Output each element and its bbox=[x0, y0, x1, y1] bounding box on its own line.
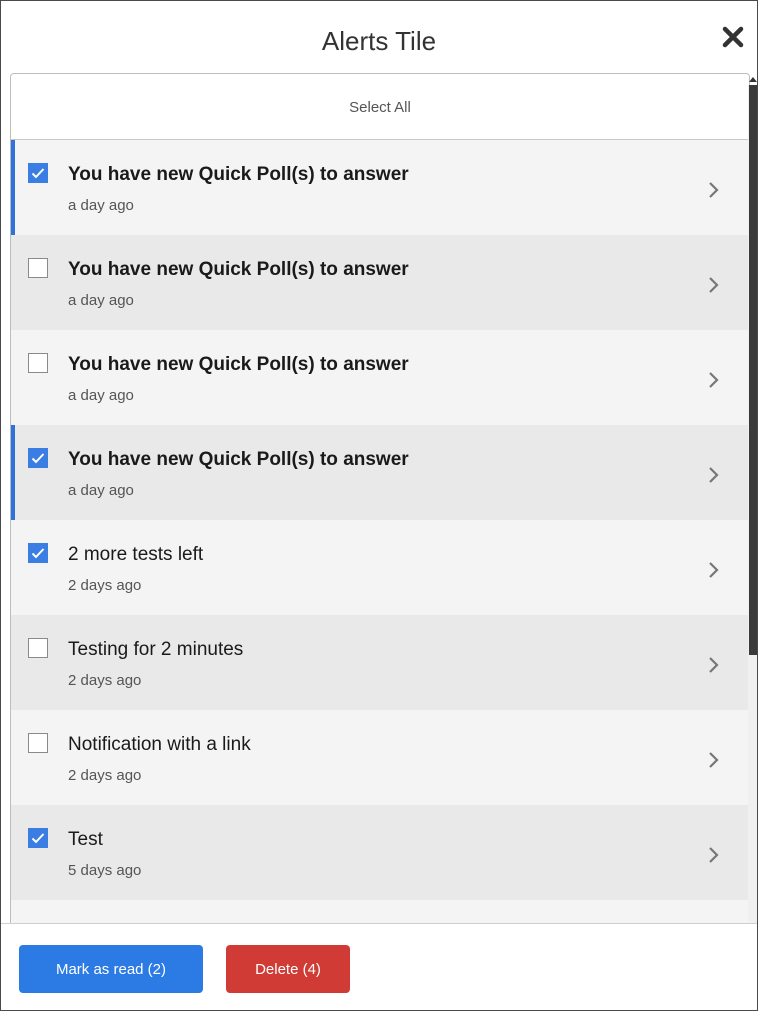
alert-timestamp: 2 days ago bbox=[68, 767, 142, 784]
page-title: Alerts Tile bbox=[321, 26, 437, 56]
alert-row[interactable]: 2 more tests left 2 days ago bbox=[11, 520, 749, 615]
alert-title: Test bbox=[68, 829, 103, 850]
chevron-right-icon[interactable] bbox=[707, 560, 721, 580]
alert-timestamp: a day ago bbox=[68, 387, 134, 404]
alert-title: You have new Quick Poll(s) to answer bbox=[68, 259, 409, 280]
alert-row[interactable]: Test 5 days ago bbox=[11, 805, 749, 900]
alerts-window: Alerts Tile Select All You have new Quic… bbox=[0, 0, 758, 1011]
alert-title: 2 more tests left bbox=[68, 544, 204, 565]
chevron-right-icon[interactable] bbox=[707, 655, 721, 675]
alerts-panel: Select All You have new Quick Poll(s) to… bbox=[10, 73, 750, 924]
delete-button[interactable]: Delete (4) bbox=[226, 945, 350, 993]
alert-row[interactable]: You have new Quick Poll(s) to answer a da… bbox=[11, 235, 749, 330]
alert-timestamp: a day ago bbox=[68, 292, 134, 309]
alert-row[interactable]: You have new Quick Poll(s) to answer a da… bbox=[11, 330, 749, 425]
alert-checkbox[interactable] bbox=[28, 448, 48, 468]
chevron-right-icon[interactable] bbox=[707, 845, 721, 865]
chevron-right-icon[interactable] bbox=[707, 275, 721, 295]
check-icon bbox=[31, 833, 45, 844]
alert-title: Notification with a link bbox=[68, 734, 251, 755]
alert-checkbox[interactable] bbox=[28, 258, 48, 278]
mark-as-read-button[interactable]: Mark as read (2) bbox=[19, 945, 203, 993]
alert-checkbox[interactable] bbox=[28, 163, 48, 183]
alert-timestamp: a day ago bbox=[68, 197, 134, 214]
check-icon bbox=[31, 548, 45, 559]
alert-timestamp: a day ago bbox=[68, 482, 134, 499]
alert-row[interactable]: You have new Quick Poll(s) to answer a da… bbox=[11, 140, 749, 235]
check-icon bbox=[31, 168, 45, 179]
unread-indicator bbox=[11, 140, 15, 235]
alert-checkbox[interactable] bbox=[28, 543, 48, 563]
chevron-right-icon[interactable] bbox=[707, 370, 721, 390]
alert-title: You have new Quick Poll(s) to answer bbox=[68, 354, 409, 375]
alert-checkbox[interactable] bbox=[28, 353, 48, 373]
alert-title: You have new Quick Poll(s) to answer bbox=[68, 449, 409, 470]
chevron-right-icon[interactable] bbox=[707, 465, 721, 485]
select-all-button[interactable]: Select All bbox=[11, 74, 749, 140]
alert-timestamp: 5 days ago bbox=[68, 862, 142, 879]
check-icon bbox=[31, 453, 45, 464]
alert-checkbox[interactable] bbox=[28, 638, 48, 658]
alerts-list: You have new Quick Poll(s) to answer a da… bbox=[11, 140, 749, 924]
scrollbar-thumb[interactable] bbox=[749, 85, 757, 655]
alert-checkbox[interactable] bbox=[28, 733, 48, 753]
alert-timestamp: 2 days ago bbox=[68, 672, 142, 689]
alert-row-partial[interactable] bbox=[11, 900, 749, 924]
alert-timestamp: 2 days ago bbox=[68, 577, 142, 594]
unread-indicator bbox=[11, 425, 15, 520]
alert-title: Testing for 2 minutes bbox=[68, 639, 244, 660]
alert-row[interactable]: Notification with a link 2 days ago bbox=[11, 710, 749, 805]
footer: Mark as read (2) Delete (4) bbox=[1, 923, 757, 1010]
scroll-up-arrow-icon[interactable] bbox=[748, 73, 758, 85]
chevron-right-icon[interactable] bbox=[707, 180, 721, 200]
alert-row[interactable]: You have new Quick Poll(s) to answer a da… bbox=[11, 425, 749, 520]
alert-checkbox[interactable] bbox=[28, 828, 48, 848]
scrollbar[interactable] bbox=[748, 85, 757, 923]
alert-title: You have new Quick Poll(s) to answer bbox=[68, 164, 409, 185]
alert-row[interactable]: Testing for 2 minutes 2 days ago bbox=[11, 615, 749, 710]
header: Alerts Tile bbox=[1, 1, 757, 73]
close-icon[interactable] bbox=[719, 23, 747, 51]
chevron-right-icon[interactable] bbox=[707, 750, 721, 770]
